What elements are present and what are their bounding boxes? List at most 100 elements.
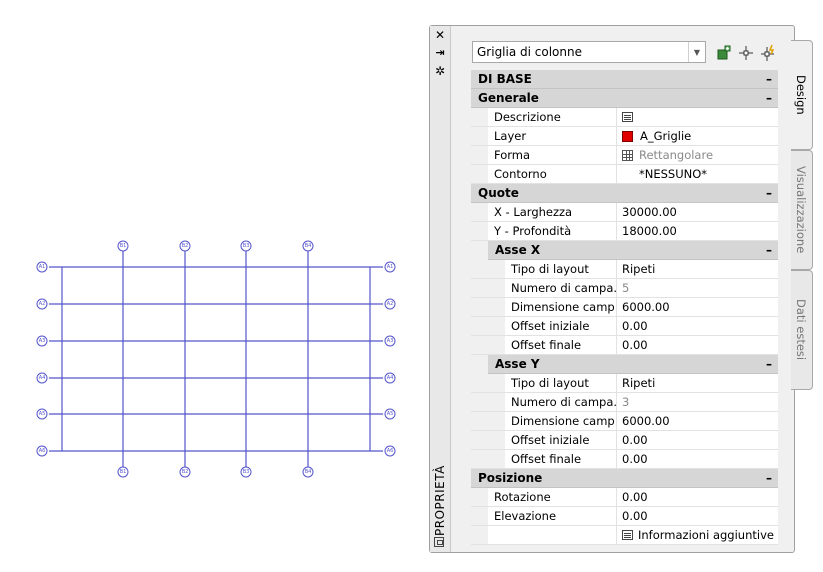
description-table-icon[interactable] [622, 112, 633, 122]
property-value[interactable]: 0.00 [617, 488, 778, 506]
category-generale[interactable]: Generale – [471, 89, 778, 108]
bubble-bottom-b3: B3 [240, 466, 252, 478]
property-value[interactable]: Ripeti [617, 260, 778, 278]
category-label: DI BASE [478, 72, 532, 86]
property-row-descrizione[interactable]: Descrizione [471, 108, 778, 127]
svg-text:A2: A2 [39, 301, 46, 307]
property-value[interactable]: 6000.00 [617, 298, 778, 316]
property-value[interactable]: 0.00 [617, 431, 778, 449]
collapse-icon[interactable]: – [766, 70, 772, 89]
autohide-icon[interactable]: ⇥ [433, 46, 447, 60]
category-label: Asse X [495, 243, 541, 257]
property-row-info[interactable]: Informazioni aggiuntive [471, 526, 778, 545]
property-name: X - Larghezza [488, 203, 617, 221]
tab-visualizzazione[interactable]: Visualizzazione [791, 150, 813, 270]
category-asse-y[interactable]: Asse Y – [488, 355, 778, 374]
property-row-asse-y-tipo[interactable]: Tipo di layout Ripeti [471, 374, 778, 393]
property-value[interactable]: 6000.00 [617, 412, 778, 430]
property-value[interactable]: 3 [617, 393, 778, 411]
category-di-base[interactable]: DI BASE – [471, 70, 778, 89]
property-row-asse-x-numero[interactable]: Numero di campa... 5 [471, 279, 778, 298]
collapse-icon[interactable]: – [766, 241, 772, 260]
property-name: Forma [488, 146, 617, 164]
collapse-icon[interactable]: – [766, 355, 772, 374]
property-row-asse-y-dimensione[interactable]: Dimensione camp... 6000.00 [471, 412, 778, 431]
tab-dati-estesi[interactable]: Dati estesi [791, 270, 813, 390]
category-label: Posizione [478, 471, 543, 485]
add-object-icon[interactable] [715, 44, 733, 62]
property-grid: DI BASE – Generale – Descrizione Layer A… [471, 70, 778, 545]
property-row-asse-x-tipo[interactable]: Tipo di layout Ripeti [471, 260, 778, 279]
property-row-elevazione[interactable]: Elevazione 0.00 [471, 507, 778, 526]
bubble-left-a2: A2 [36, 298, 48, 310]
palette-title: PROPRIETÀ [433, 465, 447, 537]
bubble-bottom-b2: B2 [179, 466, 191, 478]
object-type-dropdown[interactable]: Griglia di colonne ▼ [472, 41, 706, 63]
svg-text:A6: A6 [387, 448, 394, 454]
property-name: Layer [488, 127, 617, 145]
bubble-left-a6: A6 [36, 445, 48, 457]
palette-title-strip[interactable]: ✕ ⇥ ✲ PROPRIETÀ [430, 26, 451, 552]
property-name: Dimensione camp... [505, 412, 617, 430]
property-row-forma[interactable]: Forma Rettangolare [471, 146, 778, 165]
property-value[interactable]: Ripeti [617, 374, 778, 392]
collapse-icon[interactable]: – [766, 89, 772, 108]
property-row-layer[interactable]: Layer A_Griglie [471, 127, 778, 146]
category-label: Asse Y [495, 357, 540, 371]
property-row-asse-x-offset-finale[interactable]: Offset finale 0.00 [471, 336, 778, 355]
palette-menu-icon[interactable] [434, 537, 444, 547]
column-grid-drawing[interactable]: B1 B2 B3 B4 B1 B2 B3 B4 A1 A2 A3 A4 A5 A… [0, 0, 420, 572]
category-posizione[interactable]: Posizione – [471, 469, 778, 488]
select-objects-icon[interactable] [737, 44, 755, 62]
property-name: Offset iniziale [505, 317, 617, 335]
property-row-asse-y-offset-iniziale[interactable]: Offset iniziale 0.00 [471, 431, 778, 450]
property-value[interactable] [617, 108, 778, 126]
property-value[interactable]: 0.00 [617, 450, 778, 468]
property-row-contorno[interactable]: Contorno *NESSUNO* [471, 165, 778, 184]
svg-text:A3: A3 [39, 338, 46, 344]
property-name: Rotazione [488, 488, 617, 506]
table-icon [622, 530, 633, 540]
category-label: Quote [478, 186, 519, 200]
category-asse-x[interactable]: Asse X – [488, 241, 778, 260]
property-row-rotazione[interactable]: Rotazione 0.00 [471, 488, 778, 507]
collapse-icon[interactable]: – [766, 469, 772, 488]
chevron-down-icon[interactable]: ▼ [688, 42, 705, 62]
svg-text:B3: B3 [243, 243, 250, 249]
property-row-x-larghezza[interactable]: X - Larghezza 30000.00 [471, 203, 778, 222]
bubble-right-a5: A5 [384, 408, 396, 420]
property-name: Tipo di layout [505, 260, 617, 278]
property-value[interactable]: 5 [617, 279, 778, 297]
settings-icon[interactable]: ✲ [433, 64, 447, 78]
collapse-icon[interactable]: – [766, 184, 772, 203]
svg-text:A1: A1 [39, 264, 46, 270]
property-value[interactable]: 0.00 [617, 507, 778, 525]
property-row-asse-y-numero[interactable]: Numero di campa... 3 [471, 393, 778, 412]
bubble-bottom-b1: B1 [117, 466, 129, 478]
quick-select-icon[interactable] [760, 44, 778, 62]
tab-design[interactable]: Design [791, 40, 813, 150]
property-name: Dimensione camp... [505, 298, 617, 316]
bubble-top-b3: B3 [240, 240, 252, 252]
grid-shape-icon [622, 149, 633, 161]
additional-info-button[interactable]: Informazioni aggiuntive [617, 526, 778, 544]
bubble-right-a1: A1 [384, 261, 396, 273]
svg-text:B4: B4 [305, 243, 312, 249]
svg-text:A5: A5 [387, 411, 394, 417]
category-quote[interactable]: Quote – [471, 184, 778, 203]
property-value[interactable]: 0.00 [617, 336, 778, 354]
property-value[interactable]: A_Griglie [617, 127, 778, 145]
property-value[interactable]: *NESSUNO* [617, 165, 778, 183]
property-row-asse-x-offset-iniziale[interactable]: Offset iniziale 0.00 [471, 317, 778, 336]
property-value[interactable]: Rettangolare [617, 146, 778, 164]
property-row-asse-y-offset-finale[interactable]: Offset finale 0.00 [471, 450, 778, 469]
svg-text:B2: B2 [182, 469, 189, 475]
property-value[interactable]: 30000.00 [617, 203, 778, 221]
property-row-y-profondita[interactable]: Y - Profondità 18000.00 [471, 222, 778, 241]
bubble-left-a3: A3 [36, 335, 48, 347]
property-row-asse-x-dimensione[interactable]: Dimensione camp... 6000.00 [471, 298, 778, 317]
property-value[interactable]: 18000.00 [617, 222, 778, 240]
property-value[interactable]: 0.00 [617, 317, 778, 335]
close-icon[interactable]: ✕ [433, 28, 447, 42]
svg-text:A3: A3 [387, 338, 394, 344]
